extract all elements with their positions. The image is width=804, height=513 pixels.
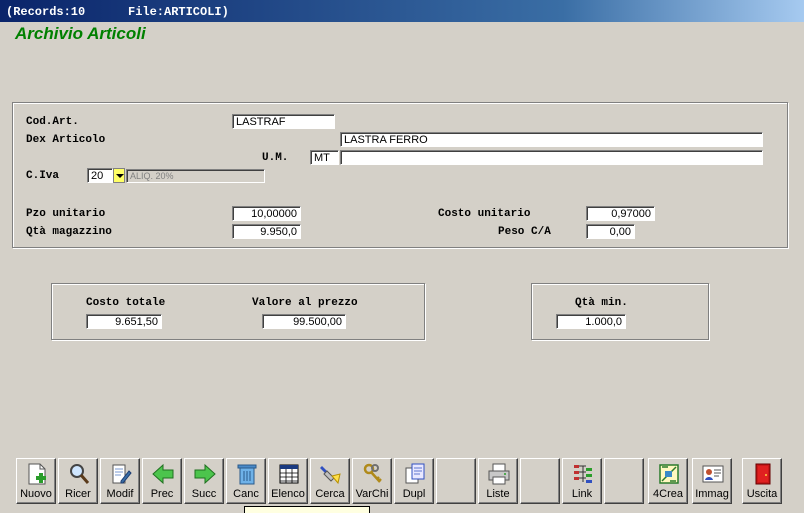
costo-unitario-label: Costo unitario: [438, 208, 531, 220]
crea-button[interactable]: 4Crea: [648, 458, 688, 504]
qta-magazzino-field[interactable]: 9.950,0: [232, 224, 301, 239]
um-label: U.M.: [262, 152, 289, 164]
duplicate-icon: [405, 463, 425, 484]
liste-label: Liste: [486, 488, 510, 500]
qta-min-field[interactable]: 1.000,0: [556, 314, 626, 329]
image-card-icon: [702, 465, 724, 483]
exit-door-icon: [755, 463, 771, 485]
um-field[interactable]: MT: [310, 150, 339, 165]
succ-button[interactable]: Succ: [184, 458, 224, 504]
peso-field[interactable]: 0,00: [586, 224, 635, 239]
toolbar-empty-slot-1: [436, 458, 476, 504]
elenco-label: Elenco: [271, 488, 305, 500]
qta-min-label: Qtà min.: [575, 297, 628, 309]
canc-label: Canc: [233, 488, 259, 500]
um-description-field[interactable]: [340, 150, 763, 165]
pzo-unitario-label: Pzo unitario: [26, 208, 106, 220]
link-grid-icon: [574, 465, 592, 483]
liste-button[interactable]: Liste: [478, 458, 518, 504]
cerca-label: Cerca: [315, 488, 345, 500]
link-label: Link: [571, 488, 593, 500]
immag-label: Immag: [695, 488, 729, 500]
title-bar: (Records:10 File:ARTICOLI): [0, 0, 804, 22]
peso-label: Peso C/A: [498, 226, 551, 238]
cerca-button[interactable]: Cerca: [310, 458, 350, 504]
toolbar: Nuovo Ricer Modif Prec Succ Canc Elenco …: [14, 458, 798, 506]
prec-label: Prec: [150, 488, 174, 500]
chevron-down-icon[interactable]: [113, 168, 125, 183]
valore-al-prezzo-label: Valore al prezzo: [252, 297, 358, 309]
arrow-right-icon: [194, 463, 216, 485]
edit-document-icon: [112, 464, 132, 484]
ricer-button[interactable]: Ricer: [58, 458, 98, 504]
varchi-button[interactable]: VarChi: [352, 458, 392, 504]
printer-icon: [488, 463, 510, 485]
page-title: Archivio Articoli: [15, 24, 146, 43]
nuovo-label: Nuovo: [20, 488, 52, 500]
totals-panel: [51, 283, 425, 340]
magnifier-icon: [70, 464, 90, 484]
civa-select[interactable]: 20: [87, 168, 113, 183]
qta-magazzino-label: Qtà magazzino: [26, 226, 112, 238]
uscita-button[interactable]: Uscita: [742, 458, 782, 504]
valore-al-prezzo-field[interactable]: 99.500,00: [262, 314, 346, 329]
qta-min-panel: [531, 283, 709, 340]
table-list-icon: [279, 464, 299, 484]
records-count: (Records:10: [6, 5, 86, 19]
nuovo-button[interactable]: Nuovo: [16, 458, 56, 504]
crea-label: 4Crea: [653, 488, 683, 500]
dupl-label: Dupl: [402, 488, 426, 500]
canc-button[interactable]: Canc: [226, 458, 266, 504]
keys-icon: [363, 463, 382, 483]
ricer-label: Ricer: [65, 488, 91, 500]
modif-button[interactable]: Modif: [100, 458, 140, 504]
pzo-unitario-field[interactable]: 10,00000: [232, 206, 301, 221]
file-name: File:ARTICOLI): [128, 5, 229, 19]
civa-description: ALIQ. 20%: [126, 169, 265, 183]
tooltip: [244, 506, 370, 513]
trash-icon: [237, 464, 257, 485]
costo-totale-label: Costo totale: [86, 297, 166, 309]
toolbar-empty-slot-3: [604, 458, 644, 504]
build-icon: [659, 464, 679, 484]
new-document-icon: [28, 463, 46, 485]
dex-articolo-field[interactable]: LASTRA FERRO: [340, 132, 763, 147]
varchi-label: VarChi: [355, 488, 389, 500]
prec-button[interactable]: Prec: [142, 458, 182, 504]
dex-articolo-label: Dex Articolo: [26, 134, 106, 146]
link-button[interactable]: Link: [562, 458, 602, 504]
cod-art-field[interactable]: LASTRAF: [232, 114, 335, 129]
costo-totale-field[interactable]: 9.651,50: [86, 314, 162, 329]
dupl-button[interactable]: Dupl: [394, 458, 434, 504]
cod-art-label: Cod.Art.: [26, 116, 79, 128]
flashlight-icon: [320, 466, 341, 485]
uscita-label: Uscita: [746, 488, 778, 500]
succ-label: Succ: [191, 488, 217, 500]
civa-label: C.Iva: [26, 170, 60, 182]
toolbar-empty-slot-2: [520, 458, 560, 504]
arrow-left-icon: [152, 463, 174, 485]
elenco-button[interactable]: Elenco: [268, 458, 308, 504]
modif-label: Modif: [106, 488, 134, 500]
costo-unitario-field[interactable]: 0,97000: [586, 206, 655, 221]
immag-button[interactable]: Immag: [692, 458, 732, 504]
